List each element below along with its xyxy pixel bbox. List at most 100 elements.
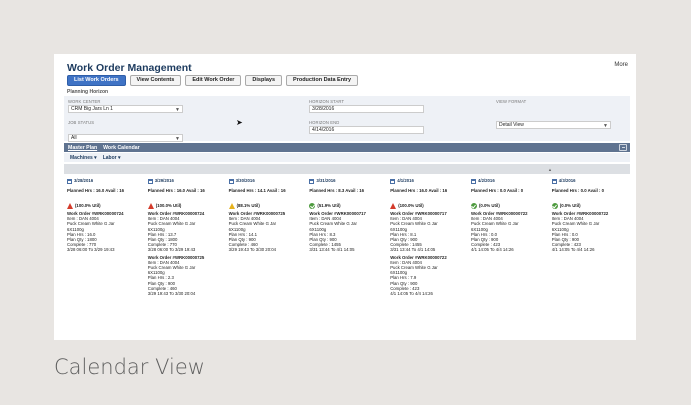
list-work-orders-button[interactable]: List Work Orders (67, 75, 126, 86)
collapse-icon[interactable] (619, 144, 627, 151)
chevron-down-icon: ▼ (175, 136, 180, 142)
calendar-day-column: 3/31/2016 Planned Hrs : 8.3 Avail : 16 (51… (306, 177, 387, 297)
calendar-icon (390, 178, 396, 184)
production-data-entry-button[interactable]: Production Data Entry (286, 75, 359, 86)
planned-hours: Planned Hrs : 8.3 Avail : 16 (309, 188, 364, 193)
scroll-indicator-icon: ▲ (548, 167, 552, 172)
day-date: 4/1/2016 (397, 178, 414, 184)
page-title: Work Order Management (67, 62, 192, 74)
day-header[interactable]: 3/30/2016 (228, 177, 307, 185)
calendar-icon (470, 178, 476, 184)
work-order-entry[interactable]: Work Order #WRK00000724 Item : DAN 4004 Pu… (148, 211, 226, 253)
view-format-select[interactable]: Detail View ▼ (496, 121, 611, 129)
work-order-entry[interactable]: Work Order #WRK00000724 Item : DAN 4004 Pu… (67, 211, 145, 253)
toolbar: List Work Orders View Contents Edit Work… (67, 75, 359, 86)
work-center-select[interactable]: CRM Big Jars Ln 1 ▼ (68, 105, 183, 113)
calendar-day-column: 3/28/2016 Planned Hrs : 16.0 Avail : 16 (1… (64, 177, 145, 297)
utilization-text: (0.0% Util) (559, 202, 581, 208)
work-order-entry[interactable]: Work Order #WRK00000717 Item : DAN 4004 Pu… (309, 211, 387, 253)
calendar-icon (147, 178, 153, 184)
edit-work-order-button[interactable]: Edit Work Order (185, 75, 242, 86)
day-header[interactable]: 3/28/2016 (67, 177, 145, 185)
day-header[interactable]: 3/29/2016 (147, 177, 226, 185)
utilization-status: (100.0% Util) (390, 202, 468, 209)
day-header[interactable]: 4/3/2016 (551, 177, 630, 185)
work-order-entry[interactable]: Work Order #WRK00000722 Item : DAN 4004 Pu… (471, 211, 549, 253)
view-contents-button[interactable]: View Contents (129, 75, 182, 86)
calendar-day-column: 4/2/2016 Planned Hrs : 0.0 Avail : 0 (0.0%… (468, 177, 549, 297)
day-date: 3/29/2016 (154, 178, 174, 184)
day-date: 4/3/2016 (558, 178, 576, 184)
work-center-value: CRM Big Jars Ln 1 (71, 106, 113, 112)
work-order-entry[interactable]: Work Order #WRK00000725 Item : DAN 4004 Pu… (148, 255, 226, 297)
calendar-day-column: 4/1/2016 Planned Hrs : 16.0 Avail : 16 (10… (387, 177, 468, 297)
work-order-detail: 4/1 14:05 To 4/4 14:26 (470, 247, 514, 253)
utilization-text: (100.0% Util) (155, 202, 182, 208)
work-order-title: Work Order #WRK00000722 (390, 254, 447, 260)
day-date: 3/28/2016 (74, 178, 94, 184)
utilization-status: (88.1% Util) (228, 202, 307, 209)
utilization-text: (88.1% Util) (236, 202, 260, 208)
labor-menu[interactable]: Labor ▾ (103, 155, 121, 161)
work-order-title: Work Order #WRK00000725 (147, 254, 205, 260)
view-format-label: VIEW FORMAT (496, 99, 527, 104)
work-order-detail: 3/28 06:00 To 3/29 19:43 (67, 247, 115, 253)
day-header[interactable]: 4/1/2016 (390, 177, 468, 185)
calendar-icon (67, 178, 72, 184)
work-order-window: Work Order Management More List Work Ord… (54, 54, 636, 340)
work-order-detail: 3/29 19:43 To 3/30 20:04 (228, 247, 277, 253)
work-order-detail: 3/31 13:44 To 4/1 14:05 (309, 247, 355, 253)
warning-triangle-icon (228, 202, 235, 209)
work-order-detail: 4/1 14:05 To 4/4 14:26 (551, 247, 595, 253)
day-date: 3/30/2016 (235, 178, 255, 184)
work-order-entry[interactable]: Work Order #WRK00000722 Item : DAN 4004 Pu… (552, 211, 630, 253)
work-order-detail: 3/29 19:43 To 3/30 20:04 (147, 291, 196, 297)
utilization-text: (51.9% Util) (317, 202, 341, 208)
check-circle-icon (551, 202, 558, 209)
more-link[interactable]: More (614, 62, 628, 68)
planned-hours: Planned Hrs : 16.0 Avail : 16 (390, 188, 448, 193)
planned-hours: Planned Hrs : 14.1 Avail : 16 (228, 188, 286, 193)
day-header[interactable]: 4/2/2016 (470, 177, 549, 185)
calendar-header-bar (64, 164, 630, 174)
calendar-icon (228, 178, 234, 184)
horizon-start-input[interactable]: 3/28/2016 (309, 105, 424, 113)
calendar-day-column: 4/3/2016 Planned Hrs : 0.0 Avail : 0 (0.0%… (549, 177, 630, 297)
machines-menu[interactable]: Machines ▾ (70, 155, 97, 161)
utilization-status: (100.0% Util) (147, 202, 226, 209)
horizon-start-label: HORIZON START (309, 99, 345, 104)
job-status-label: JOB STATUS (68, 120, 95, 125)
planned-hours: Planned Hrs : 0.0 Avail : 0 (470, 188, 524, 193)
planning-form: WORK CENTER CRM Big Jars Ln 1 ▼ JOB STAT… (64, 96, 630, 142)
planned-hours: Planned Hrs : 0.0 Avail : 0 (551, 188, 604, 193)
tab-work-calendar[interactable]: Work Calendar (103, 145, 140, 151)
tab-master-plan[interactable]: Master Plan (68, 145, 97, 151)
chevron-down-icon: ▼ (603, 123, 608, 129)
calendar-day-column: 3/29/2016 Planned Hrs : 16.0 Avail : 16 (1… (145, 177, 226, 297)
work-order-entry[interactable]: Work Order #WRK00000722 Item : DAN 4004 Pu… (390, 255, 468, 297)
utilization-status: (51.9% Util) (309, 202, 387, 209)
calendar-day-column: 3/30/2016 Planned Hrs : 14.1 Avail : 16 (8… (226, 177, 307, 297)
work-center-label: WORK CENTER (68, 99, 101, 104)
planning-horizon-label: Planning Horizon (67, 89, 109, 95)
check-circle-icon (470, 202, 477, 209)
horizon-end-input[interactable]: 4/14/2016 (309, 126, 424, 134)
work-order-entry[interactable]: Work Order #WRK00000725 Item : DAN 4004 Pu… (229, 211, 307, 253)
displays-button[interactable]: Displays (245, 75, 283, 86)
calendar-icon (309, 178, 315, 184)
day-date: 3/31/2016 (316, 178, 336, 184)
calendar-grid: 3/28/2016 Planned Hrs : 16.0 Avail : 16 (1… (64, 177, 630, 297)
alert-triangle-icon (390, 202, 397, 209)
utilization-text: (100.0% Util) (75, 202, 101, 208)
job-status-select[interactable]: All ▼ (68, 134, 183, 142)
planned-hours: Planned Hrs : 16.0 Avail : 16 (147, 188, 205, 193)
day-header[interactable]: 3/31/2016 (309, 177, 387, 185)
utilization-status: (100.0% Util) (67, 202, 145, 209)
work-order-detail: 4/1 14:05 To 4/4 14:26 (390, 291, 433, 297)
resource-subnav: Machines ▾ Labor ▾ (64, 153, 630, 162)
horizon-end-label: HORIZON END (309, 120, 340, 125)
work-order-entry[interactable]: Work Order #WRK00000717 Item : DAN 4004 Pu… (390, 211, 468, 253)
day-date: 4/2/2016 (477, 178, 495, 184)
calendar-icon (551, 178, 557, 184)
view-format-value: Detail View (499, 122, 524, 128)
